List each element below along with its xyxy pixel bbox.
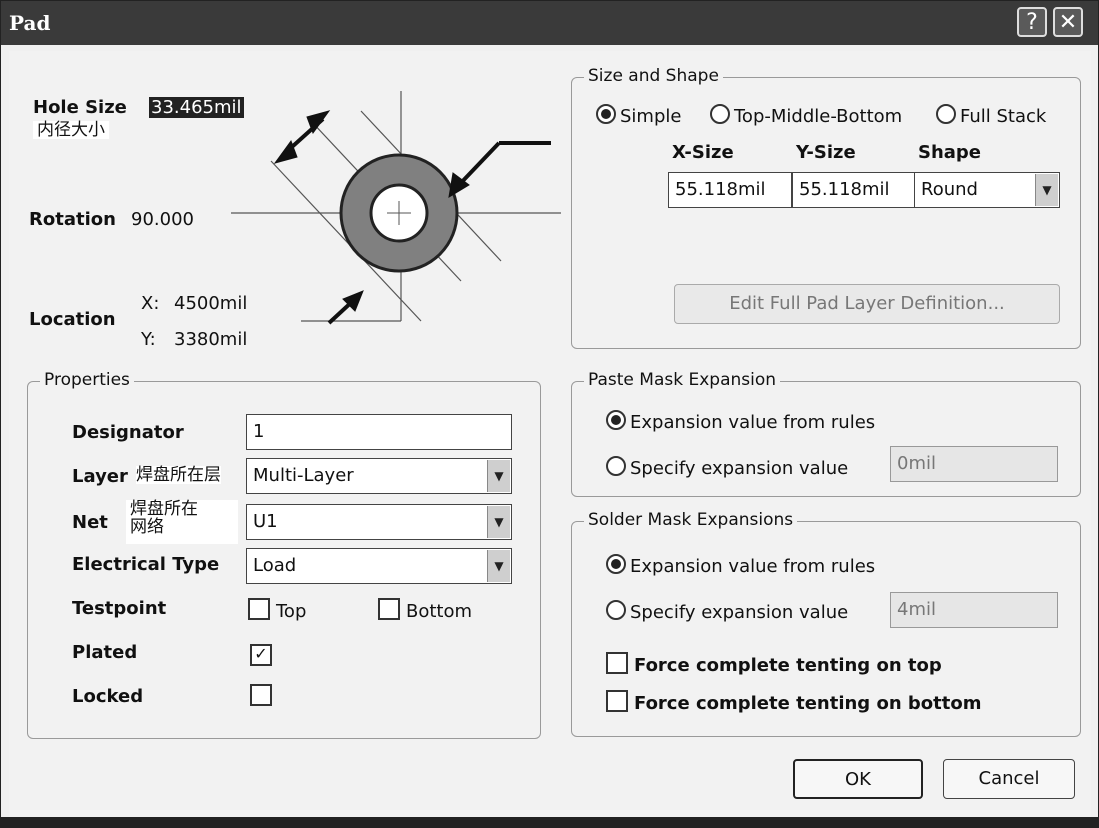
solder-expansion-input[interactable]: 4mil xyxy=(890,592,1058,628)
electrical-type-select[interactable]: Load ▼ xyxy=(246,548,512,584)
tenting-top-checkbox[interactable]: Force complete tenting on top xyxy=(606,652,942,676)
solder-from-rules-radio[interactable]: Expansion value from rules xyxy=(606,554,875,577)
layer-select-value: Multi-Layer xyxy=(253,465,354,486)
net-select[interactable]: U1 ▼ xyxy=(246,504,512,540)
testpoint-top-label: Top xyxy=(276,601,307,622)
solder-specify-label: Specify expansion value xyxy=(630,602,849,623)
chevron-down-icon: ▼ xyxy=(487,506,510,538)
properties-group: Properties Designator 1 Layer 焊盘所在层 Mult… xyxy=(27,370,541,739)
dialog-title: Pad xyxy=(9,11,51,35)
hole-size-annotation: 内径大小 xyxy=(33,121,109,139)
radio-tmb-circle xyxy=(710,104,730,124)
radio-circle xyxy=(606,456,626,476)
net-annotation-line2: 网络 xyxy=(130,517,164,537)
paste-mask-legend: Paste Mask Expansion xyxy=(584,370,781,390)
paste-expansion-input[interactable]: 0mil xyxy=(890,446,1058,482)
shape-select-value: Round xyxy=(921,179,978,200)
net-annotation: 焊盘所在 网络 xyxy=(126,500,238,544)
edit-full-pad-layer-button[interactable]: Edit Full Pad Layer Definition... xyxy=(674,284,1060,324)
radio-simple-circle xyxy=(596,104,616,124)
tenting-bottom-label: Force complete tenting on bottom xyxy=(634,693,982,714)
y-size-input[interactable]: 55.118mil xyxy=(792,172,916,208)
chevron-down-icon: ▼ xyxy=(487,460,510,492)
checkbox-box xyxy=(250,684,272,706)
electrical-type-label: Electrical Type xyxy=(72,554,220,575)
chevron-down-icon: ▼ xyxy=(1035,174,1058,206)
radio-tmb-label: Top-Middle-Bottom xyxy=(734,106,903,127)
dialog-body: Hole Size 33.465mil 内径大小 Rotation 90.000… xyxy=(9,51,1091,817)
location-label: Location xyxy=(29,309,116,330)
rotation-value[interactable]: 90.000 xyxy=(131,209,194,230)
paste-mask-group: Paste Mask Expansion Expansion value fro… xyxy=(571,370,1081,497)
help-button[interactable]: ? xyxy=(1017,7,1047,37)
layer-annotation: 焊盘所在层 xyxy=(136,465,221,485)
designator-input[interactable]: 1 xyxy=(246,414,512,450)
solder-mask-legend: Solder Mask Expansions xyxy=(584,510,798,530)
radio-circle xyxy=(606,554,626,574)
locked-label: Locked xyxy=(72,686,144,707)
net-select-value: U1 xyxy=(253,511,278,532)
radio-top-middle-bottom[interactable]: Top-Middle-Bottom xyxy=(710,104,902,127)
size-shape-legend: Size and Shape xyxy=(584,66,723,86)
x-size-header: X-Size xyxy=(672,142,734,163)
checkbox-box xyxy=(606,652,628,674)
checkbox-box xyxy=(248,598,270,620)
net-annotation-line1: 焊盘所在 xyxy=(130,499,198,519)
rotation-label: Rotation xyxy=(29,209,116,230)
chevron-down-icon: ▼ xyxy=(487,550,510,582)
location-x-label: X: xyxy=(141,293,160,314)
plated-checkbox[interactable]: ✓ xyxy=(250,640,278,666)
paste-specify-radio[interactable]: Specify expansion value xyxy=(606,456,848,479)
size-shape-group: Size and Shape Simple Top-Middle-Bottom … xyxy=(571,66,1081,349)
hole-size-value[interactable]: 33.465mil xyxy=(149,97,244,118)
close-button[interactable]: ✕ xyxy=(1053,7,1083,37)
plated-label: Plated xyxy=(72,642,138,663)
testpoint-top-checkbox[interactable]: Top xyxy=(248,598,306,622)
paste-from-rules-label: Expansion value from rules xyxy=(630,412,876,433)
hole-size-text: 33.465mil xyxy=(149,97,244,118)
shape-select[interactable]: Round ▼ xyxy=(914,172,1060,208)
ok-button[interactable]: OK xyxy=(793,759,923,799)
testpoint-bottom-label: Bottom xyxy=(406,601,473,622)
solder-mask-group: Solder Mask Expansions Expansion value f… xyxy=(571,510,1081,737)
title-bar: Pad ? ✕ xyxy=(1,1,1098,45)
solder-from-rules-label: Expansion value from rules xyxy=(630,556,876,577)
layer-label: Layer xyxy=(72,466,128,487)
radio-full-stack[interactable]: Full Stack xyxy=(936,104,1046,127)
paste-specify-label: Specify expansion value xyxy=(630,458,849,479)
location-y-label: Y: xyxy=(141,329,156,350)
x-size-input[interactable]: 55.118mil xyxy=(668,172,792,208)
radio-full-stack-label: Full Stack xyxy=(960,106,1047,127)
pad-dialog: Pad ? ✕ Hole Size 33.465mil 内径大小 Rotatio… xyxy=(0,0,1099,828)
net-label: Net xyxy=(72,512,108,533)
designator-label: Designator xyxy=(72,422,184,443)
radio-circle xyxy=(606,600,626,620)
tenting-bottom-checkbox[interactable]: Force complete tenting on bottom xyxy=(606,690,981,714)
locked-checkbox[interactable] xyxy=(250,684,278,708)
checkbox-box xyxy=(378,598,400,620)
checkbox-box xyxy=(606,690,628,712)
y-size-header: Y-Size xyxy=(796,142,856,163)
bottom-edge xyxy=(1,817,1098,827)
properties-legend: Properties xyxy=(40,370,134,390)
radio-full-stack-circle xyxy=(936,104,956,124)
solder-specify-radio[interactable]: Specify expansion value xyxy=(606,600,848,623)
radio-simple[interactable]: Simple xyxy=(596,104,681,127)
paste-from-rules-radio[interactable]: Expansion value from rules xyxy=(606,410,875,433)
cancel-button[interactable]: Cancel xyxy=(943,759,1075,799)
testpoint-label: Testpoint xyxy=(72,598,167,619)
shape-header: Shape xyxy=(918,142,982,163)
radio-circle xyxy=(606,410,626,430)
testpoint-bottom-checkbox[interactable]: Bottom xyxy=(378,598,472,622)
tenting-top-label: Force complete tenting on top xyxy=(634,655,942,676)
radio-simple-label: Simple xyxy=(620,106,682,127)
hole-size-label: Hole Size xyxy=(33,97,127,118)
pad-preview-diagram xyxy=(231,91,561,325)
electrical-type-value: Load xyxy=(253,555,297,576)
check-icon: ✓ xyxy=(250,644,272,666)
layer-select[interactable]: Multi-Layer ▼ xyxy=(246,458,512,494)
